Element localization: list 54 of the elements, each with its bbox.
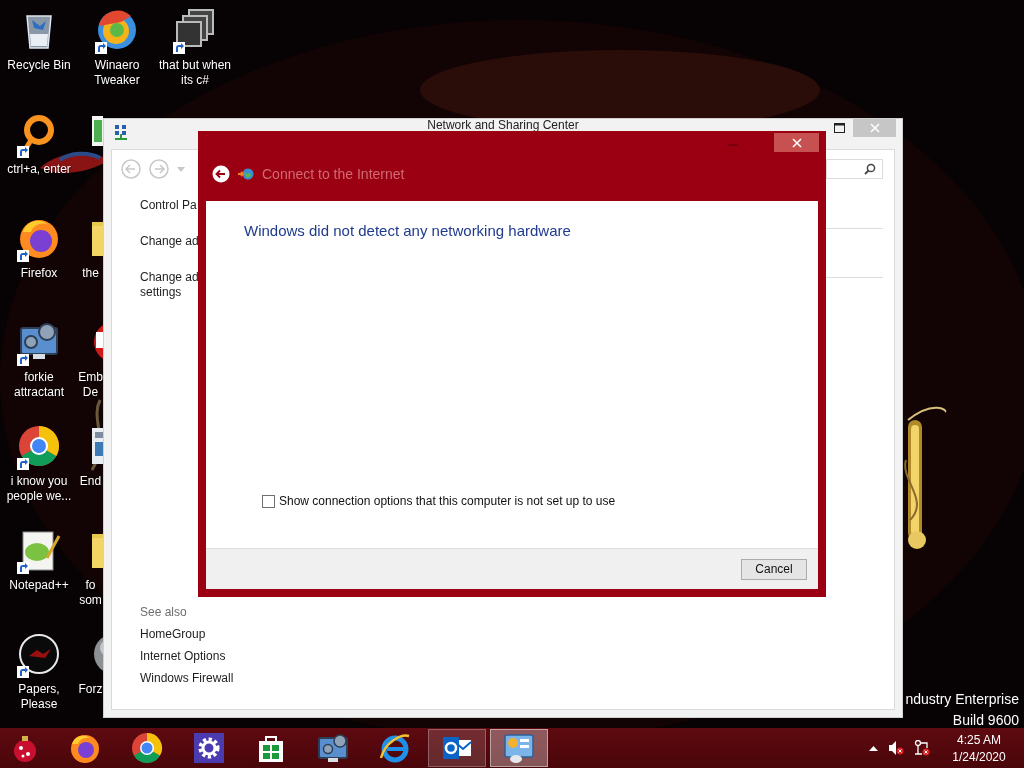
clock-date[interactable]: 1/24/2020 [952,749,1006,764]
show-hidden-icons-button[interactable] [869,745,878,751]
icon-label[interactable]: forkie attractant [0,370,78,400]
swirl-icon[interactable] [95,8,139,52]
cancel-button[interactable]: Cancel [741,558,807,580]
maximize-button[interactable] [834,123,845,133]
checkbox[interactable] [262,494,275,508]
sidebar-link[interactable]: Change ad [140,234,199,249]
dialog-title: Connect to the Internet [262,166,405,182]
icon-label[interactable]: Forz [78,682,103,697]
sidebar-link[interactable]: Internet Options [140,649,226,663]
globe-icon [238,167,254,181]
sidebar-link[interactable]: Windows Firewall [140,671,234,685]
icon-label[interactable]: ctrl+a, enter [0,162,78,177]
monitor-gear-icon [317,732,349,764]
browser-icon[interactable] [17,424,61,468]
gear-icon [193,732,225,764]
section-heading: See also [140,605,188,619]
disc-icon[interactable] [17,632,61,676]
icon-label[interactable]: End [78,474,103,489]
icon-label[interactable]: Papers, Please [0,682,78,712]
control-panel-icon [503,732,535,764]
search-icon [864,163,876,175]
network-icon [114,124,128,140]
edition-text: ndustry Enterprise [905,691,1019,707]
taskbar-button[interactable] [428,729,486,767]
window-title: Network and Sharing Center [427,118,579,132]
icon-label[interactable]: that but when its c# [156,58,234,88]
back-button[interactable] [212,165,230,183]
clock-time[interactable]: 4:25 AM [957,732,1001,747]
icon-label[interactable]: Firefox [0,266,78,281]
icon-label[interactable]: fo som [78,578,103,608]
icon-label[interactable]: i know you people we... [0,474,78,504]
icon-label[interactable]: Notepad++ [0,578,78,593]
taskbar-button[interactable] [490,729,548,767]
close-button[interactable] [774,133,819,152]
browser-icon [131,732,163,764]
speaker-muted-icon[interactable] [888,740,904,756]
icon-label[interactable]: Recycle Bin [0,58,78,73]
sidebar-link[interactable]: HomeGroup [140,627,206,641]
browser-icon [69,732,101,764]
icon-label[interactable]: Winaero Tweaker [78,58,156,88]
checkbox-label[interactable]: Show connection options that this computer is not set up to use [279,494,616,508]
edition-text: Build 9600 [952,712,1019,728]
dialog-heading: Windows did not detect any networking hardware [244,222,572,239]
icon-label[interactable]: the [78,266,103,281]
sidebar-link[interactable]: Change ad settings [140,270,199,300]
sidebar-link[interactable]: Control Pa [140,198,197,213]
icon-label[interactable]: Emb De [78,370,103,400]
close-icon [869,123,880,133]
close-icon [791,137,802,148]
browser-icon [379,732,411,764]
network-error-icon[interactable] [914,740,930,756]
search-field[interactable] [826,159,883,179]
